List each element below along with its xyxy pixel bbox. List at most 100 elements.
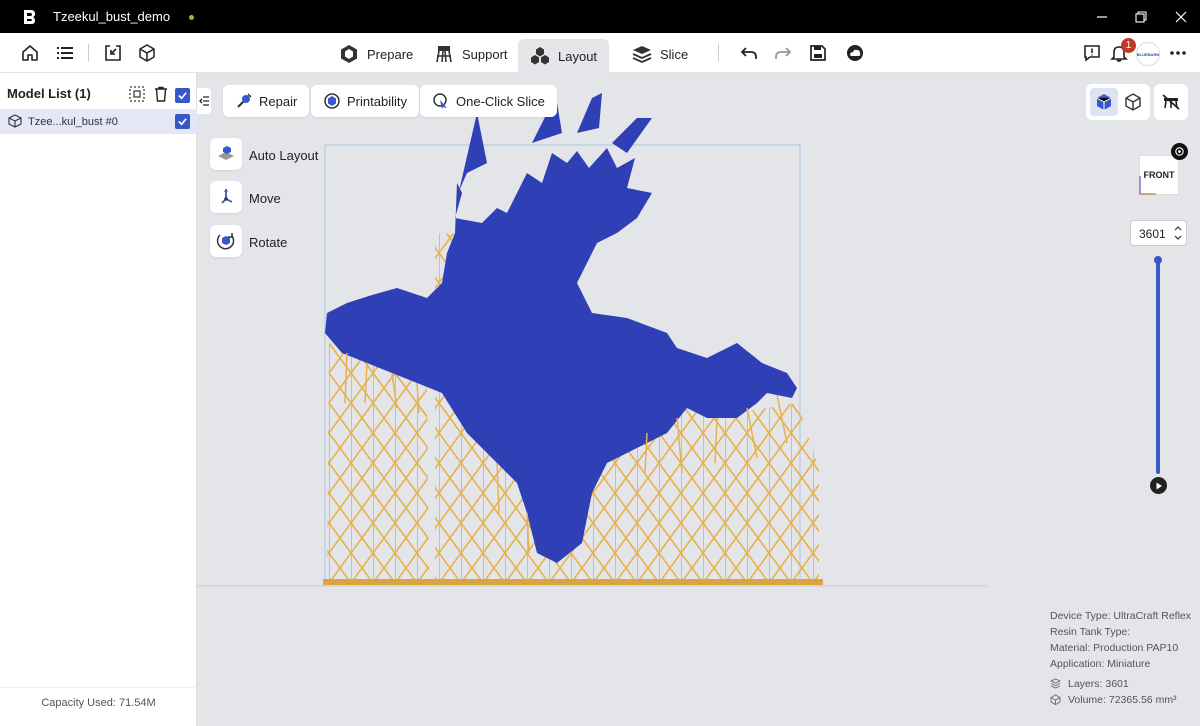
hide-supports-button[interactable] <box>1154 84 1188 120</box>
reset-view-button[interactable] <box>1171 143 1188 160</box>
feedback-button[interactable] <box>1081 42 1103 64</box>
layer-number-input[interactable]: 3601 <box>1130 220 1187 246</box>
close-button[interactable] <box>1170 6 1192 28</box>
list-menu-icon <box>57 47 73 59</box>
printability-button[interactable]: Printability <box>311 85 419 117</box>
feedback-icon <box>1084 45 1100 62</box>
select-frame-icon <box>129 86 145 102</box>
app-logo-icon <box>24 10 35 24</box>
layer-slider-handle[interactable] <box>1154 256 1162 264</box>
material: Material: Production PAP10 <box>1050 642 1179 654</box>
repair-icon <box>237 93 252 108</box>
spinner-arrows-icon[interactable] <box>1173 223 1183 243</box>
list-item[interactable]: Tzee...kul_bust #0 <box>0 109 197 134</box>
auto-layout-label: Auto Layout <box>249 148 319 163</box>
import-button[interactable] <box>102 42 124 64</box>
one-click-slice-label: One-Click Slice <box>456 93 545 109</box>
redo-icon <box>775 47 792 59</box>
axis-gizmo-icon <box>1139 176 1156 195</box>
view-cube[interactable]: FRONT <box>1139 155 1179 195</box>
play-layers-button[interactable] <box>1150 477 1167 494</box>
slice-layers-icon <box>632 46 652 63</box>
rotate-button[interactable] <box>210 225 242 257</box>
layer-slider-track[interactable] <box>1156 262 1160 474</box>
repair-label: Repair <box>259 93 298 109</box>
one-click-slice-icon <box>433 93 447 109</box>
delete-button[interactable] <box>153 86 169 102</box>
window-title: Tzeekul_bust_demo <box>53 9 171 24</box>
checkmark-icon <box>178 92 187 100</box>
cloud-button[interactable] <box>844 42 866 64</box>
restore-button[interactable] <box>1130 6 1152 28</box>
home-icon <box>22 45 38 61</box>
import-icon <box>105 45 121 61</box>
repair-button[interactable]: Repair <box>223 85 310 117</box>
volume: Volume: 72365.56 mm³ <box>1068 694 1177 706</box>
save-button[interactable] <box>807 42 829 64</box>
cube-icon <box>139 44 155 62</box>
hide-supports-icon <box>1162 94 1180 110</box>
prepare-icon <box>341 45 357 63</box>
solid-cube-icon <box>1096 94 1112 110</box>
wireframe-cube-icon <box>1125 93 1141 111</box>
tab-slice-label: Slice <box>660 46 689 62</box>
toolbar-divider <box>718 44 719 62</box>
restore-icon <box>1135 11 1147 23</box>
checkmark-icon <box>178 118 187 126</box>
notification-badge: 1 <box>1121 38 1136 53</box>
printability-label: Printability <box>347 93 407 109</box>
model-checkbox[interactable] <box>175 114 190 129</box>
minimize-button[interactable] <box>1091 6 1113 28</box>
save-icon <box>810 45 826 61</box>
move-icon <box>221 189 233 204</box>
tab-support[interactable]: Support <box>422 39 520 69</box>
solid-view-button[interactable] <box>1090 88 1118 116</box>
auto-layout-icon <box>218 146 234 160</box>
collapse-panel-button[interactable] <box>197 88 211 114</box>
collapse-list-icon <box>199 96 209 106</box>
select-all-button[interactable] <box>129 86 145 102</box>
tab-layout[interactable]: Layout <box>518 39 610 73</box>
layout-icon <box>531 47 549 65</box>
model-list-panel: Model List (1) Tzee...kul_bust #0 Capaci… <box>0 73 197 726</box>
more-options-button[interactable] <box>1167 42 1189 64</box>
menu-button[interactable] <box>54 42 76 64</box>
model-list-header: Model List (1) <box>0 73 197 109</box>
resin-tank-type: Resin Tank Type: <box>1050 626 1131 638</box>
move-button[interactable] <box>210 181 242 213</box>
auto-layout-button[interactable] <box>210 138 242 170</box>
undo-icon <box>740 47 757 59</box>
layer-value: 3601 <box>1139 227 1166 241</box>
volume-icon <box>1050 694 1061 705</box>
rotate-label: Rotate <box>249 235 288 250</box>
application: Application: Miniature <box>1050 658 1151 670</box>
more-dots-icon <box>1170 51 1186 55</box>
printability-icon <box>324 93 340 109</box>
minimize-icon <box>1097 16 1107 18</box>
unsaved-indicator <box>189 15 194 20</box>
tab-support-label: Support <box>462 46 508 62</box>
trash-icon <box>155 86 167 102</box>
target-icon <box>1175 147 1184 156</box>
toolbar-divider <box>88 44 89 62</box>
one-click-slice-button[interactable]: One-Click Slice <box>420 85 557 117</box>
capacity-used: Capacity Used: 71.54M <box>0 687 197 725</box>
redo-button[interactable] <box>772 42 794 64</box>
tab-prepare-label: Prepare <box>367 46 414 62</box>
move-label: Move <box>249 191 281 206</box>
avatar[interactable]: BLUEBARN <box>1136 42 1160 66</box>
view-mode-group <box>1086 84 1150 120</box>
layers-count: Layers: 3601 <box>1068 678 1129 690</box>
undo-button[interactable] <box>738 42 760 64</box>
play-icon <box>1156 482 1162 489</box>
select-all-checkbox[interactable] <box>175 88 190 103</box>
tab-layout-label: Layout <box>558 48 598 64</box>
home-button[interactable] <box>19 42 41 64</box>
tab-slice[interactable]: Slice <box>620 39 700 69</box>
model-name: Tzee...kul_bust #0 <box>28 116 118 128</box>
wireframe-view-button[interactable] <box>1119 88 1147 116</box>
cloud-print-icon <box>847 45 863 61</box>
close-icon <box>1175 11 1187 23</box>
tab-prepare[interactable]: Prepare <box>327 39 425 69</box>
model-library-button[interactable] <box>136 42 158 64</box>
